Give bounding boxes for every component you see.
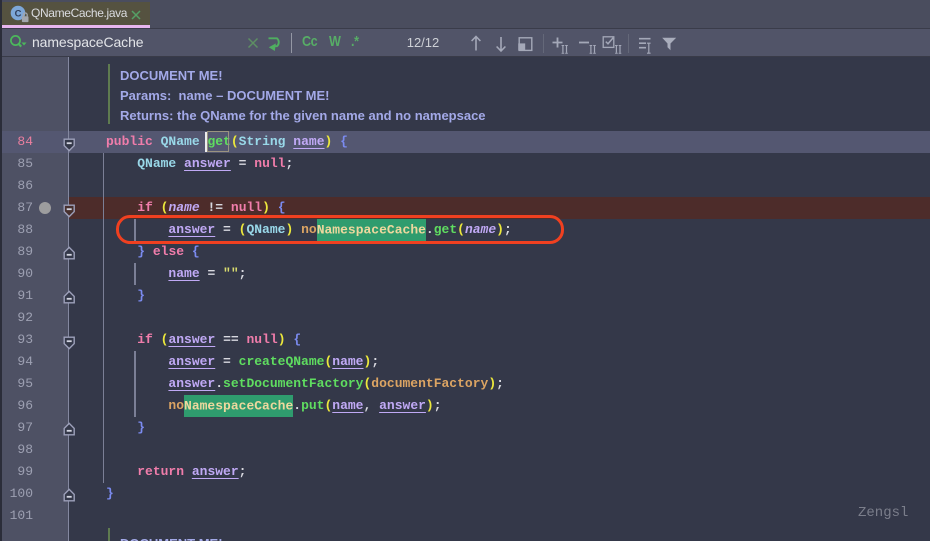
svg-text:C: C bbox=[15, 9, 22, 20]
